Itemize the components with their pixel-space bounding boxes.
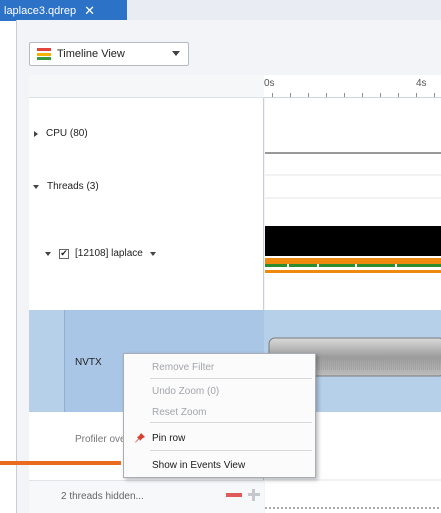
ruler-label-0: 0s	[264, 78, 275, 89]
hidden-threads-text: 2 threads hidden...	[61, 491, 144, 502]
menu-item-remove-filter[interactable]: Remove Filter	[124, 357, 315, 377]
chevron-down-icon	[172, 51, 180, 56]
tab-laplace3[interactable]: laplace3.qdrep ✕	[0, 0, 127, 21]
thread-state-gap	[287, 264, 289, 268]
ruler-tick	[308, 93, 309, 97]
menu-item-show-in-events-view[interactable]: Show in Events View	[124, 455, 315, 475]
row-profiler-overhead[interactable]: Profiler ove	[75, 434, 126, 445]
row-thread-label: [12108] laplace	[75, 248, 143, 259]
thread-state-orange-2	[265, 270, 441, 273]
document-tab-bar: laplace3.qdrep ✕	[0, 0, 441, 21]
menu-label: Remove Filter	[152, 361, 215, 373]
menu-separator	[150, 450, 312, 451]
row-thread-laplace[interactable]: ✔ [12108] laplace	[45, 248, 156, 259]
menu-label: Show in Events View	[152, 459, 246, 471]
tab-title: laplace3.qdrep	[4, 4, 77, 17]
ruler-tick	[290, 93, 291, 97]
thread-checkbox[interactable]: ✔	[59, 248, 69, 259]
chevron-right-icon[interactable]	[34, 130, 38, 137]
thread-menu-chevron-icon[interactable]	[149, 251, 156, 256]
row-tree-header	[29, 75, 264, 98]
ruler-tick	[326, 93, 327, 97]
menu-label: Undo Zoom (0)	[152, 385, 220, 397]
close-icon[interactable]: ✕	[84, 4, 95, 17]
ruler-tick	[362, 93, 363, 97]
row-cpu[interactable]: CPU (80)	[34, 128, 88, 139]
row-visibility-controls	[226, 489, 260, 501]
pin-icon	[135, 433, 145, 443]
row-cpu-label: CPU (80)	[46, 128, 88, 139]
row-nvtx-label: NVTX	[75, 357, 102, 368]
menu-separator	[150, 378, 312, 379]
menu-item-pin-row[interactable]: Pin row	[124, 428, 315, 448]
menu-label: Pin row	[152, 432, 186, 444]
ruler-tick	[272, 93, 273, 97]
thread-state-gap	[355, 264, 357, 268]
menu-label: Reset Zoom	[152, 406, 207, 418]
time-ruler[interactable]: 0s 4s	[264, 75, 441, 98]
thread-state-gap	[317, 264, 319, 268]
ruler-tick	[416, 93, 417, 97]
row-threads[interactable]: Threads (3)	[33, 181, 99, 192]
ruler-tick	[434, 93, 435, 97]
callout-arrow-line	[0, 461, 121, 465]
hidden-threads-label[interactable]: 2 threads hidden...	[61, 491, 144, 502]
chevron-down-icon[interactable]	[33, 184, 39, 189]
view-select-label: Timeline View	[57, 48, 125, 60]
chevron-down-icon[interactable]	[45, 251, 51, 256]
ruler-tick	[398, 93, 399, 97]
thread-activity-bar	[265, 226, 441, 256]
ruler-tick	[380, 93, 381, 97]
view-select[interactable]: Timeline View	[29, 42, 189, 66]
thread-state-green	[265, 264, 441, 267]
ruler-label-4: 4s	[416, 78, 427, 89]
row-profiler-label: Profiler ove	[75, 434, 126, 445]
menu-separator	[150, 422, 312, 423]
row-nvtx[interactable]: NVTX	[75, 357, 102, 368]
row-threads-label: Threads (3)	[47, 181, 99, 192]
menu-item-reset-zoom[interactable]: Reset Zoom	[124, 402, 315, 422]
timeline-view-icon	[37, 48, 51, 60]
context-menu: Remove Filter Undo Zoom (0) Reset Zoom P…	[123, 353, 316, 478]
menu-item-undo-zoom[interactable]: Undo Zoom (0)	[124, 381, 315, 401]
thread-state-gap	[395, 264, 397, 268]
ruler-tick	[344, 93, 345, 97]
thread-state-orange	[265, 258, 441, 264]
minus-icon	[226, 493, 242, 497]
